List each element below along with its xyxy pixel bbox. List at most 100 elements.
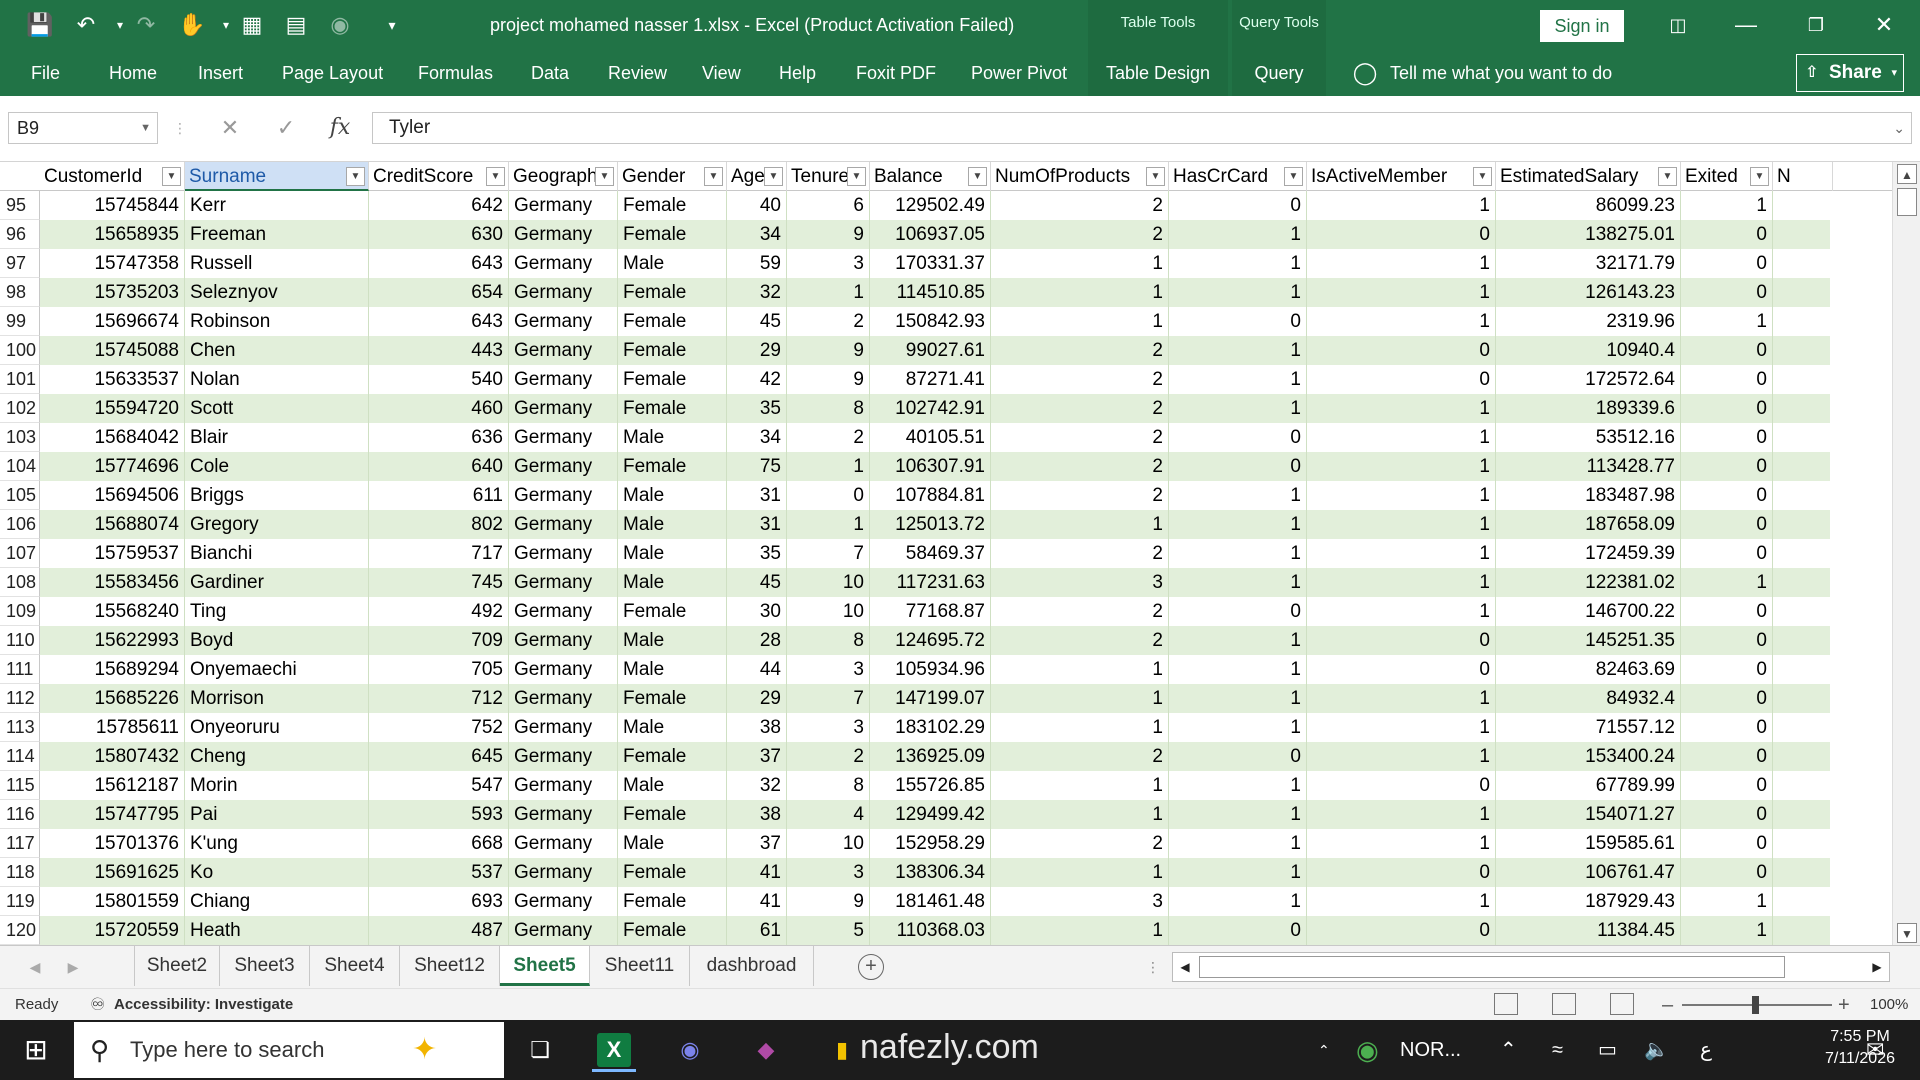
cell-creditscore[interactable]: 802: [369, 510, 509, 539]
cancel-icon[interactable]: ✕: [210, 112, 250, 144]
cell-numofproducts[interactable]: 3: [991, 568, 1169, 597]
cell-tenure[interactable]: 2: [787, 307, 870, 336]
cell-balance[interactable]: 114510.85: [870, 278, 991, 307]
tab-query[interactable]: Query: [1232, 50, 1326, 96]
cell-balance[interactable]: 107884.81: [870, 481, 991, 510]
cell-exited[interactable]: 0: [1681, 800, 1773, 829]
cell-tenure[interactable]: 4: [787, 800, 870, 829]
cell-surname[interactable]: Nolan: [185, 365, 369, 394]
cell-creditscore[interactable]: 537: [369, 858, 509, 887]
cell-balance[interactable]: 87271.41: [870, 365, 991, 394]
cell-hascrcard[interactable]: 1: [1169, 336, 1307, 365]
cell-numofproducts[interactable]: 1: [991, 249, 1169, 278]
cell-surname[interactable]: Blair: [185, 423, 369, 452]
cell-surname[interactable]: Morin: [185, 771, 369, 800]
filter-dropdown-icon[interactable]: ▼: [1750, 167, 1769, 186]
cell-exited[interactable]: 1: [1681, 568, 1773, 597]
scroll-down-icon[interactable]: ▼: [1897, 923, 1917, 943]
cell-creditscore[interactable]: 712: [369, 684, 509, 713]
cell-tenure[interactable]: 9: [787, 220, 870, 249]
cell-surname[interactable]: Chen: [185, 336, 369, 365]
cell-hascrcard[interactable]: 1: [1169, 713, 1307, 742]
cell-customerid[interactable]: 15568240: [40, 597, 185, 626]
cell-surname[interactable]: Ko: [185, 858, 369, 887]
cell-geography[interactable]: Germany: [509, 191, 618, 220]
cell-age[interactable]: 31: [727, 510, 787, 539]
cell-numofproducts[interactable]: 1: [991, 510, 1169, 539]
row-number[interactable]: 109: [0, 597, 40, 626]
cell-hascrcard[interactable]: 1: [1169, 858, 1307, 887]
cell-numofproducts[interactable]: 2: [991, 452, 1169, 481]
cell-gender[interactable]: Female: [618, 916, 727, 945]
cell-balance[interactable]: 170331.37: [870, 249, 991, 278]
cell-surname[interactable]: Morrison: [185, 684, 369, 713]
row-number[interactable]: 106: [0, 510, 40, 539]
filter-dropdown-icon[interactable]: ▼: [346, 167, 365, 186]
prev-sheet-icon[interactable]: ◀: [20, 946, 50, 989]
row-number[interactable]: 96: [0, 220, 40, 249]
cell-estimatedsalary[interactable]: 172572.64: [1496, 365, 1681, 394]
row-number[interactable]: 97: [0, 249, 40, 278]
row-number[interactable]: 111: [0, 655, 40, 684]
cell-customerid[interactable]: 15774696: [40, 452, 185, 481]
cell-numofproducts[interactable]: 1: [991, 916, 1169, 945]
cell-isactivemember[interactable]: 1: [1307, 800, 1496, 829]
sheet-tab-sheet2[interactable]: Sheet2: [134, 946, 220, 986]
cell-gender[interactable]: Male: [618, 423, 727, 452]
cell-hascrcard[interactable]: 1: [1169, 626, 1307, 655]
column-header-age[interactable]: Age ▼: [727, 162, 787, 191]
cell-geography[interactable]: Germany: [509, 336, 618, 365]
save-icon[interactable]: 💾: [20, 0, 60, 50]
cell-numofproducts[interactable]: 2: [991, 742, 1169, 771]
cell-surname[interactable]: Boyd: [185, 626, 369, 655]
filter-dropdown-icon[interactable]: ▼: [704, 167, 723, 186]
tab-foxit-pdf[interactable]: Foxit PDF: [856, 50, 936, 96]
insert-function-icon[interactable]: fx: [320, 112, 360, 144]
cell-isactivemember[interactable]: 1: [1307, 829, 1496, 858]
cell-geography[interactable]: Germany: [509, 452, 618, 481]
row-number[interactable]: 118: [0, 858, 40, 887]
cell-exited[interactable]: 0: [1681, 481, 1773, 510]
cell-numofproducts[interactable]: 1: [991, 684, 1169, 713]
cell-exited[interactable]: 0: [1681, 655, 1773, 684]
cell-customerid[interactable]: 15801559: [40, 887, 185, 916]
cell-balance[interactable]: 105934.96: [870, 655, 991, 684]
tab-formulas[interactable]: Formulas: [418, 50, 493, 96]
pdf-app-icon[interactable]: ◆: [744, 1028, 788, 1072]
cell-numofproducts[interactable]: 2: [991, 365, 1169, 394]
cell-surname[interactable]: Seleznyov: [185, 278, 369, 307]
filter-dropdown-icon[interactable]: ▼: [1473, 167, 1492, 186]
cell-geography[interactable]: Germany: [509, 423, 618, 452]
filter-dropdown-icon[interactable]: ▼: [1146, 167, 1165, 186]
tab-power-pivot[interactable]: Power Pivot: [971, 50, 1067, 96]
cell-surname[interactable]: Heath: [185, 916, 369, 945]
cell-estimatedsalary[interactable]: 145251.35: [1496, 626, 1681, 655]
filter-dropdown-icon[interactable]: ▼: [847, 167, 866, 186]
cell-numofproducts[interactable]: 1: [991, 713, 1169, 742]
tab-file[interactable]: File: [31, 50, 60, 96]
cell-hascrcard[interactable]: 1: [1169, 394, 1307, 423]
sheet-tab-dashbroad[interactable]: dashbroad: [690, 946, 814, 986]
chrome-icon[interactable]: ◉: [1356, 1020, 1379, 1080]
cell-balance[interactable]: 150842.93: [870, 307, 991, 336]
cell-tenure[interactable]: 10: [787, 829, 870, 858]
cell-isactivemember[interactable]: 0: [1307, 626, 1496, 655]
cell-isactivemember[interactable]: 1: [1307, 568, 1496, 597]
cell-age[interactable]: 59: [727, 249, 787, 278]
cell-tenure[interactable]: 1: [787, 278, 870, 307]
column-header-hascrcard[interactable]: HasCrCard ▼: [1169, 162, 1307, 191]
cell-exited[interactable]: 0: [1681, 423, 1773, 452]
cell-gender[interactable]: Male: [618, 568, 727, 597]
sheet-tab-sheet4[interactable]: Sheet4: [310, 946, 400, 986]
filter-dropdown-icon[interactable]: ▼: [968, 167, 987, 186]
cell-tenure[interactable]: 7: [787, 539, 870, 568]
sheet-tab-sheet11[interactable]: Sheet11: [590, 946, 690, 986]
cell-creditscore[interactable]: 642: [369, 191, 509, 220]
cell-exited[interactable]: 0: [1681, 713, 1773, 742]
cell-age[interactable]: 34: [727, 220, 787, 249]
cell-hascrcard[interactable]: 1: [1169, 829, 1307, 858]
restore-button[interactable]: ❐: [1786, 0, 1846, 50]
cell-gender[interactable]: Male: [618, 771, 727, 800]
cell-isactivemember[interactable]: 1: [1307, 394, 1496, 423]
cell-estimatedsalary[interactable]: 187658.09: [1496, 510, 1681, 539]
